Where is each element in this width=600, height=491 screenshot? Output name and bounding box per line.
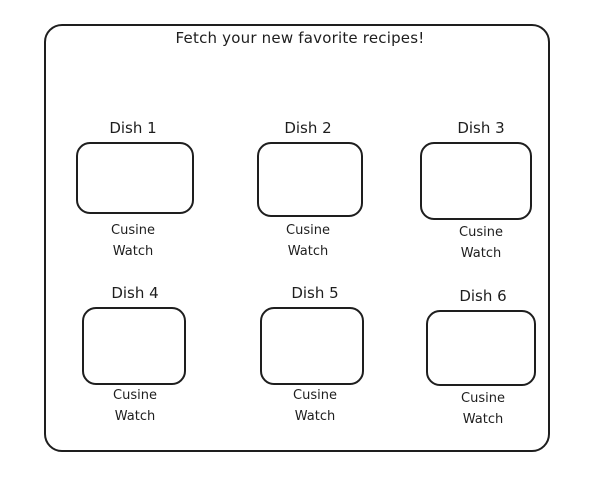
dish-title[interactable]: Dish 1 [68,119,198,137]
dish-card-5[interactable]: Dish 5 Cusine Watch [250,284,380,434]
dish-cuisine: Cusine [113,388,157,403]
dish-cuisine: Cusine [286,223,330,238]
dish-image-placeholder[interactable] [426,310,536,386]
dish-title[interactable]: Dish 4 [70,284,200,302]
dish-cuisine: Cusine [459,225,503,240]
dish-cuisine: Cusine [461,391,505,406]
dish-card-6[interactable]: Dish 6 Cusine Watch [418,287,548,437]
dish-cuisine: Cusine [111,223,155,238]
dish-watch-link[interactable]: Watch [416,246,546,261]
dish-watch-link[interactable]: Watch [243,244,373,259]
dish-watch-link[interactable]: Watch [68,244,198,259]
dish-image-placeholder[interactable] [260,307,364,385]
dish-watch-link[interactable]: Watch [418,412,548,427]
page-title: Fetch your new favorite recipes! [175,29,425,47]
dish-image-placeholder[interactable] [76,142,194,214]
dish-title[interactable]: Dish 2 [243,119,373,137]
dish-title[interactable]: Dish 3 [416,119,546,137]
dish-card-1[interactable]: Dish 1 Cusine Watch [68,119,198,269]
dish-cuisine: Cusine [293,388,337,403]
dish-card-4[interactable]: Dish 4 Cusine Watch [70,284,200,434]
dish-watch-link[interactable]: Watch [250,409,380,424]
dish-image-placeholder[interactable] [257,142,363,217]
dish-image-placeholder[interactable] [82,307,186,385]
dish-watch-link[interactable]: Watch [70,409,200,424]
dish-card-2[interactable]: Dish 2 Cusine Watch [243,119,373,269]
dish-title[interactable]: Dish 6 [418,287,548,305]
dish-image-placeholder[interactable] [420,142,532,220]
dish-title[interactable]: Dish 5 [250,284,380,302]
dish-card-3[interactable]: Dish 3 Cusine Watch [416,119,546,269]
